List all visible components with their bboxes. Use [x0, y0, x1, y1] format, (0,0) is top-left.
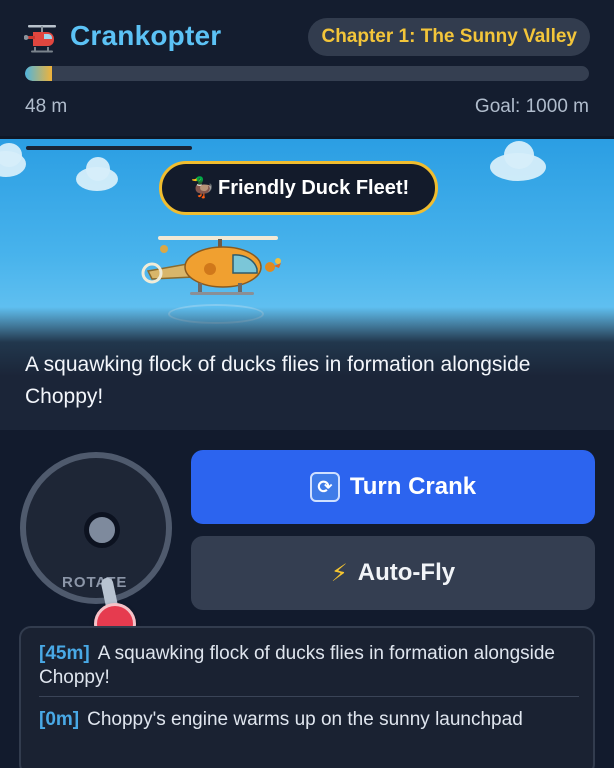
turn-crank-label: Turn Crank: [349, 473, 477, 500]
log-distance: [45m]: [39, 643, 90, 664]
helicopter-icon: [24, 25, 56, 53]
log-text: A squawking flock of ducks flies in form…: [39, 643, 555, 688]
title-row: Crankopter Chapter 1: The Sunny Valley: [24, 18, 590, 58]
crank-label: ROTATE: [62, 574, 128, 591]
log-divider: [39, 696, 579, 697]
crank-hub: [84, 512, 120, 548]
event-description: A squawking flock of ducks flies in form…: [25, 353, 531, 408]
game-screen: Crankopter Chapter 1: The Sunny Valley 4…: [0, 0, 614, 768]
log-text: Choppy's engine warms up on the sunny la…: [87, 709, 523, 730]
log-distance: [0m]: [39, 709, 80, 730]
helicopter-sprite: [141, 236, 281, 295]
log-entry: [45m] A squawking flock of ducks flies in…: [39, 642, 579, 690]
event-badge: 🦆 Friendly Duck Fleet!: [159, 161, 439, 215]
scene-indicator-bar: [26, 146, 192, 150]
duck-icon: 🦆: [190, 177, 215, 199]
auto-fly-button[interactable]: ⚡ Auto-Fly: [191, 536, 595, 610]
lightning-icon: ⚡: [330, 559, 348, 587]
goal-label: Goal: 1000 m: [474, 96, 589, 117]
log-entry: [0m] Choppy's engine warms up on the sunn…: [39, 708, 579, 732]
flight-scene: 🦆 Friendly Duck Fleet! A squawking flock …: [0, 136, 614, 430]
distance-label: 48 m: [25, 96, 68, 117]
crank-wheel[interactable]: ROTATE: [20, 452, 172, 604]
header: Crankopter Chapter 1: The Sunny Valley 4…: [0, 0, 614, 136]
turn-crank-button[interactable]: ⟳ Turn Crank: [191, 450, 595, 524]
distance-progress-bar: [25, 66, 589, 81]
auto-fly-label: Auto-Fly: [357, 559, 456, 586]
distance-progress-fill: [25, 66, 53, 81]
event-log[interactable]: [45m] A squawking flock of ducks flies in…: [19, 626, 595, 768]
chapter-badge: Chapter 1: The Sunny Valley: [308, 18, 590, 56]
app-title: Crankopter: [70, 20, 222, 51]
event-badge-label: Friendly Duck Fleet!: [218, 177, 410, 199]
refresh-icon: ⟳: [309, 472, 340, 502]
